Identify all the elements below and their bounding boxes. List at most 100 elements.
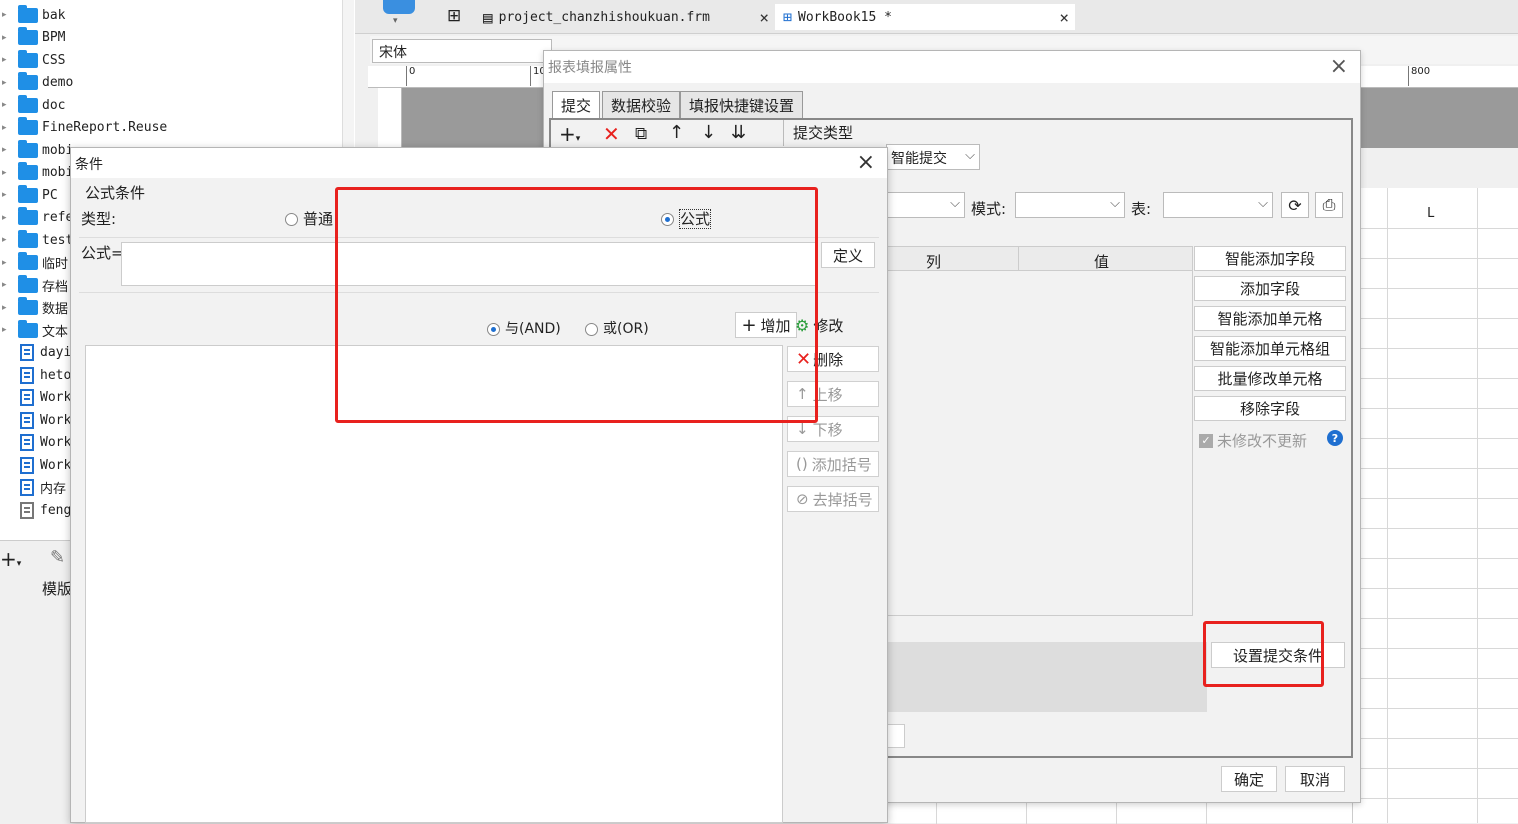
file-icon (20, 389, 34, 406)
expand-arrow-icon[interactable]: ▸ (2, 168, 12, 178)
tree-item[interactable]: ▸ doc (0, 94, 65, 116)
close-icon[interactable]: × (1330, 54, 1348, 79)
expand-arrow-icon[interactable]: ▸ (2, 325, 12, 335)
expand-arrow-icon[interactable]: ▸ (2, 55, 12, 65)
batch-modify-cells-button[interactable]: 批量修改单元格 (1194, 366, 1346, 391)
tab-workbook15[interactable]: ⊞ WorkBook15 * × (775, 4, 1075, 30)
folder-icon (18, 229, 38, 248)
tree-item-label: feng (40, 502, 72, 518)
no-update-if-unchanged[interactable]: ✓ 未修改不更新 (1199, 430, 1307, 451)
move-down-icon[interactable]: ↓ (701, 122, 716, 143)
tree-item[interactable]: ▸ 存档 (0, 274, 68, 296)
tree-item[interactable]: ▸ refe (0, 207, 73, 229)
tree-item[interactable]: ▸ 临时 (0, 252, 68, 274)
tree-item[interactable]: Work (0, 409, 71, 431)
tree-item[interactable]: ▸ CSS (0, 49, 65, 71)
preview-dropdown-icon[interactable]: ▾ (393, 16, 398, 26)
edit-icon[interactable]: ✎ (50, 547, 65, 568)
expand-arrow-icon[interactable]: ▸ (2, 10, 12, 20)
new-sheet-icon[interactable]: ⊞ (447, 6, 461, 26)
small-input[interactable] (885, 724, 905, 748)
tree-item[interactable]: ▸ test (0, 229, 73, 251)
cancel-button[interactable]: 取消 (1285, 766, 1345, 792)
ok-button[interactable]: 确定 (1221, 766, 1277, 792)
smart-add-field-button[interactable]: 智能添加字段 (1194, 246, 1346, 271)
add-icon[interactable]: +▾ (0, 547, 21, 571)
tree-item-label: refe (42, 210, 74, 225)
tree-item[interactable]: Work (0, 454, 71, 476)
tree-item[interactable]: 内存 (0, 477, 66, 499)
tree-item[interactable]: feng (0, 499, 71, 521)
expand-arrow-icon[interactable]: ▸ (2, 123, 12, 133)
preview-table-icon[interactable]: ⎙ (1315, 192, 1343, 218)
tree-item[interactable]: ▸ FineReport.Reuse (0, 117, 167, 139)
tree-item[interactable]: Work (0, 432, 71, 454)
column-header-l[interactable]: L (1427, 206, 1435, 221)
tree-item[interactable]: Work (0, 387, 71, 409)
checkbox-icon[interactable]: ✓ (1199, 433, 1213, 448)
tree-item[interactable]: dayi (0, 342, 71, 364)
move-up-icon[interactable]: ↑ (669, 122, 684, 143)
remove-field-button[interactable]: 移除字段 (1194, 396, 1346, 421)
help-icon[interactable]: ? (1327, 430, 1343, 446)
expand-arrow-icon[interactable]: ▸ (2, 100, 12, 110)
delete-icon[interactable]: ✕ (603, 122, 620, 146)
sort-icon[interactable]: ⇊ (731, 122, 746, 143)
submit-type-value: 智能提交 (891, 151, 947, 167)
smart-add-cell-group-button[interactable]: 智能添加单元格组 (1194, 336, 1346, 361)
tab-project-frm[interactable]: ▤ project_chanzhishoukuan.frm × (475, 4, 775, 30)
submit-type-select[interactable]: 智能提交 ⌵ (886, 144, 980, 170)
close-icon[interactable]: × (857, 150, 875, 175)
tab-label: 填报快捷键设置 (689, 96, 795, 115)
button-label: 添加括号 (811, 455, 872, 474)
file-icon (20, 344, 34, 361)
add-icon[interactable]: +▾ (559, 122, 580, 146)
copy-icon[interactable]: ⧉ (635, 124, 647, 144)
tab-shortcut-settings[interactable]: 填报快捷键设置 (680, 91, 804, 119)
expand-arrow-icon[interactable]: ▸ (2, 213, 12, 223)
close-tab-icon[interactable]: × (1059, 8, 1069, 27)
define-button[interactable]: 定义 (821, 242, 875, 268)
tab-data-validation[interactable]: 数据校验 (602, 91, 681, 119)
tree-item[interactable]: ▸ mobi (0, 162, 73, 184)
add-bracket-button[interactable]: () 添加括号 (787, 451, 879, 477)
dialog-titlebar: 条件 × (71, 148, 887, 178)
expand-arrow-icon[interactable]: ▸ (2, 145, 12, 155)
tab-label: WorkBook15 * (798, 9, 892, 25)
type-normal-radio[interactable]: 普通 (285, 208, 333, 229)
mode-select[interactable]: ⌵ (1015, 192, 1125, 218)
expand-arrow-icon[interactable]: ▸ (2, 78, 12, 88)
close-tab-icon[interactable]: × (759, 8, 769, 27)
tree-item[interactable]: ▸ BPM (0, 27, 65, 49)
tree-item[interactable]: heto (0, 364, 71, 386)
smart-add-cell-button[interactable]: 智能添加单元格 (1194, 306, 1346, 331)
table-select[interactable]: ⌵ (1163, 192, 1273, 218)
tree-item[interactable]: ▸ bak (0, 4, 65, 26)
preview-icon[interactable] (383, 0, 415, 14)
tab-submit[interactable]: 提交 (552, 91, 601, 119)
highlight-box-formula (335, 187, 818, 423)
tree-item-label: FineReport.Reuse (42, 120, 168, 135)
expand-arrow-icon[interactable]: ▸ (2, 235, 12, 245)
tree-item[interactable]: ▸ PC (0, 184, 58, 206)
expand-arrow-icon[interactable]: ▸ (2, 190, 12, 200)
add-field-button[interactable]: 添加字段 (1194, 276, 1346, 301)
tree-item[interactable]: ▸ mobi (0, 139, 73, 161)
expand-arrow-icon[interactable]: ▸ (2, 303, 12, 313)
folder-icon (18, 139, 38, 158)
font-family-select[interactable]: 宋体 (372, 39, 552, 63)
condition-preview-area (885, 642, 1207, 712)
file-icon (20, 411, 34, 429)
tree-item-label: mobi (42, 165, 74, 180)
expand-arrow-icon[interactable]: ▸ (2, 280, 12, 290)
field-grid[interactable]: 列 值 (885, 246, 1193, 616)
tree-item[interactable]: ▸ 数据 (0, 297, 68, 319)
expand-arrow-icon[interactable]: ▸ (2, 33, 12, 43)
expand-arrow-icon[interactable]: ▸ (2, 258, 12, 268)
remove-bracket-button[interactable]: ⊘ 去掉括号 (787, 486, 879, 512)
datasource-select[interactable]: ⌵ (885, 192, 965, 218)
tree-item[interactable]: ▸ demo (0, 72, 73, 94)
tree-item[interactable]: ▸ 文本 (0, 319, 68, 341)
spreadsheet-grid[interactable]: L (1352, 188, 1518, 823)
refresh-icon[interactable]: ⟳ (1281, 192, 1309, 218)
